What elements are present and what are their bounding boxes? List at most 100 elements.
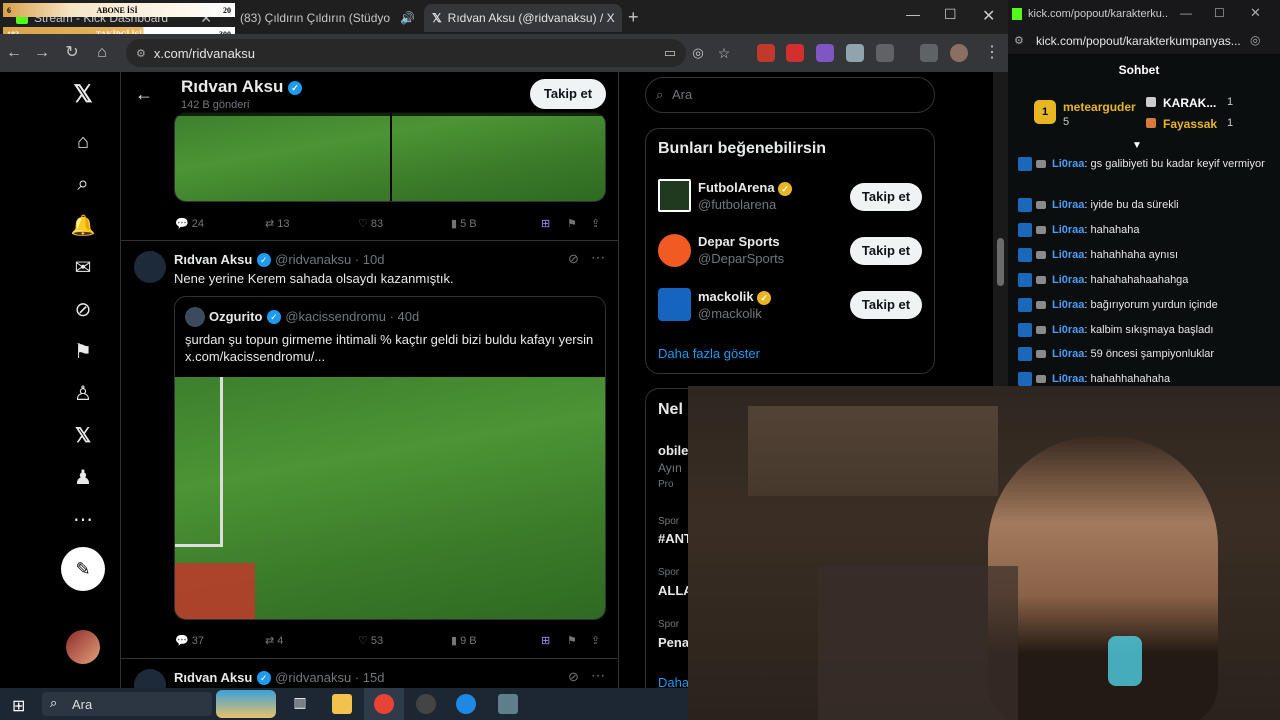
leader-name[interactable]: metearguder xyxy=(1063,100,1136,114)
suggestion-name[interactable]: Depar Sports xyxy=(698,234,780,249)
post[interactable]: Rıdvan Aksu ✓ @ridvanaksu · 15d ⊘ ⋯ xyxy=(121,658,618,688)
views-button[interactable]: ▮ 9 B xyxy=(451,634,477,647)
collapse-icon[interactable]: ▼ xyxy=(1132,140,1142,151)
leader-name[interactable]: Fayassak xyxy=(1163,117,1217,131)
eye-off-icon[interactable]: ◎ xyxy=(688,43,708,63)
new-tab-button[interactable]: + xyxy=(628,7,639,28)
back-arrow-icon[interactable]: ← xyxy=(135,84,153,105)
minimize-button[interactable]: — xyxy=(906,6,920,22)
follow-button[interactable]: Takip et xyxy=(850,237,922,265)
author-name[interactable]: Rıdvan Aksu xyxy=(174,670,252,685)
leader-name[interactable]: KARAK... xyxy=(1163,96,1216,110)
grok-icon[interactable]: ⊞ xyxy=(541,634,550,647)
follow-button[interactable]: Takip et xyxy=(850,183,922,211)
suggestion-name[interactable]: FutbolArena ✓ xyxy=(698,180,793,196)
obs-icon[interactable] xyxy=(416,694,436,714)
follow-button[interactable]: Takip et xyxy=(530,79,606,109)
trend-item[interactable]: #ANT xyxy=(658,531,692,546)
premium-x-icon[interactable]: 𝕏 xyxy=(70,423,96,449)
speaker-icon[interactable]: 🔊 xyxy=(400,11,415,25)
avatar[interactable] xyxy=(134,669,166,688)
more-icon[interactable]: ⋯ xyxy=(591,667,605,684)
search-input[interactable]: ⌕ Ara xyxy=(645,77,935,113)
avatar[interactable] xyxy=(134,251,166,283)
eye-off-icon[interactable]: ◎ xyxy=(1250,33,1260,47)
post[interactable]: Rıdvan Aksu ✓ @ridvanaksu · 10d ⊘ ⋯ Nene… xyxy=(121,240,618,658)
post-media[interactable] xyxy=(174,112,606,202)
reload-icon[interactable]: ↻ xyxy=(62,43,82,63)
avatar[interactable] xyxy=(658,288,691,321)
puzzle-icon[interactable] xyxy=(876,44,894,62)
share-icon[interactable]: ⇪ xyxy=(591,634,600,647)
install-icon[interactable]: ▭ xyxy=(660,43,680,63)
tab-youtube[interactable]: (83) Çıldırın Çıldırın (Stüdyo 🔊 ✕ xyxy=(226,4,422,32)
task-view-icon[interactable]: ▥ xyxy=(290,694,310,714)
jobs-icon[interactable]: ♙ xyxy=(70,381,96,407)
avatar[interactable] xyxy=(658,179,691,212)
back-arrow-icon[interactable]: ← xyxy=(4,43,24,63)
grok-icon[interactable]: ⊘ xyxy=(568,251,579,267)
repost-button[interactable]: ⇄ 4 xyxy=(265,634,283,647)
views-button[interactable]: ▮ 5 B xyxy=(451,217,477,230)
profile-avatar-icon[interactable] xyxy=(950,44,968,62)
profile-icon[interactable]: ♟ xyxy=(70,465,96,491)
bookmark-star-icon[interactable]: ☆ xyxy=(714,43,734,63)
media-icon[interactable] xyxy=(920,44,938,62)
share-icon[interactable]: ⇪ xyxy=(591,217,600,230)
trend-item[interactable]: Pena xyxy=(658,635,689,650)
shield-icon[interactable] xyxy=(846,44,864,62)
bookmark-icon[interactable]: ⚑ xyxy=(70,339,96,365)
avatar[interactable] xyxy=(658,234,691,267)
author-name[interactable]: Rıdvan Aksu xyxy=(174,252,252,267)
extension-icon[interactable] xyxy=(786,44,804,62)
bookmark-icon[interactable]: ⚑ xyxy=(567,634,577,647)
extension-icon[interactable] xyxy=(816,44,834,62)
file-explorer-icon[interactable] xyxy=(332,694,352,714)
grok-icon[interactable]: ⊘ xyxy=(568,669,579,685)
close-icon[interactable]: ✕ xyxy=(421,10,422,27)
quote-link[interactable]: x.com/kacissendromu/... xyxy=(185,348,597,365)
site-info-icon[interactable]: ⚙ xyxy=(136,47,146,60)
account-avatar[interactable] xyxy=(66,630,100,664)
taskbar-search-input[interactable]: ⌕ Ara xyxy=(42,692,212,716)
maximize-button[interactable]: ☐ xyxy=(1214,6,1225,20)
follow-button[interactable]: Takip et xyxy=(850,291,922,319)
show-more-link[interactable]: Daha fazla göster xyxy=(658,346,760,361)
minimize-button[interactable]: — xyxy=(1180,6,1192,20)
x-logo-icon[interactable]: 𝕏 xyxy=(70,82,96,108)
home-icon[interactable]: ⌂ xyxy=(92,43,112,63)
kick-address-bar[interactable]: ⚙ kick.com/popout/karakterkumpanyas... ◎ xyxy=(1008,30,1280,54)
windows-start-icon[interactable]: ⊞ xyxy=(12,696,25,716)
grok-icon[interactable]: ⊘ xyxy=(70,297,96,323)
home-icon[interactable]: ⌂ xyxy=(70,129,96,155)
repost-button[interactable]: ⇄ 13 xyxy=(265,217,290,230)
forward-arrow-icon[interactable]: → xyxy=(32,43,52,63)
edge-icon[interactable] xyxy=(456,694,476,714)
calculator-icon[interactable] xyxy=(498,694,518,714)
quote-post[interactable]: Ozgurito ✓ @kacissendromu · 40d şurdan ş… xyxy=(174,296,606,620)
close-window-button[interactable]: ✕ xyxy=(982,6,995,26)
mail-icon[interactable]: ✉ xyxy=(70,255,96,281)
close-icon[interactable]: ✕ xyxy=(621,10,622,27)
search-icon[interactable]: ⌕ xyxy=(70,171,96,197)
scrollbar-thumb[interactable] xyxy=(997,238,1004,286)
compose-post-button[interactable]: ✎ xyxy=(61,547,105,591)
more-icon[interactable]: ⋯ xyxy=(591,249,605,266)
maximize-button[interactable]: ☐ xyxy=(944,6,957,23)
suggestion-name[interactable]: mackolik ✓ xyxy=(698,289,772,305)
reply-button[interactable]: 💬 37 xyxy=(175,634,204,647)
bell-icon[interactable]: 🔔 xyxy=(70,213,96,239)
quote-media[interactable] xyxy=(175,377,605,619)
reply-button[interactable]: 💬 24 xyxy=(175,217,204,230)
like-button[interactable]: ♡ 53 xyxy=(358,634,383,647)
trend-item[interactable]: obile xyxy=(658,443,688,458)
bookmark-icon[interactable]: ⚑ xyxy=(567,217,577,230)
more-icon[interactable]: ⋯ xyxy=(70,507,96,533)
chrome-icon[interactable] xyxy=(374,694,394,714)
grok-icon[interactable]: ⊞ xyxy=(541,217,550,230)
menu-icon[interactable]: ⋮ xyxy=(982,43,1002,63)
tab-x-profile[interactable]: 𝕏 Rıdvan Aksu (@ridvanaksu) / X ✕ xyxy=(424,4,622,32)
address-bar[interactable]: ⚙ x.com/ridvanaksu xyxy=(126,39,686,67)
like-button[interactable]: ♡ 83 xyxy=(358,217,383,230)
close-window-button[interactable]: ✕ xyxy=(1250,5,1261,21)
